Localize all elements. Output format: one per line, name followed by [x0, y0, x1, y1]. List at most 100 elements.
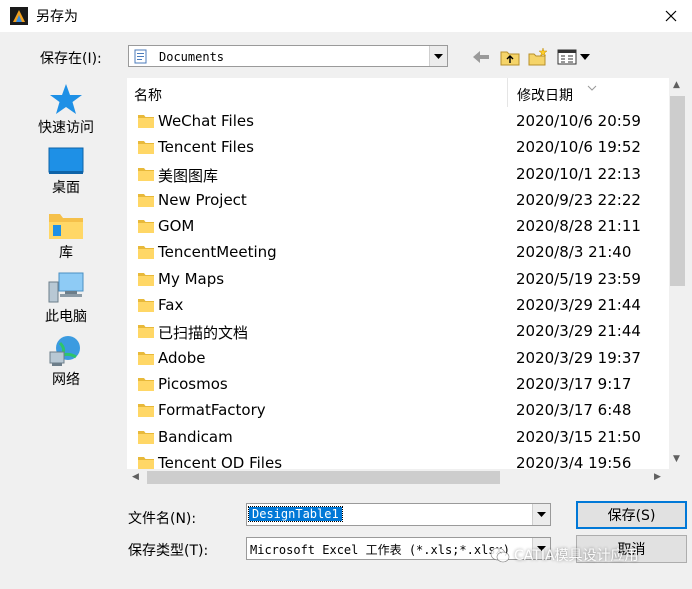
file-date: 2020/9/23 22:22 [516, 190, 641, 209]
save-in-label: 保存在(I): [40, 51, 102, 67]
file-row[interactable]: Tencent OD Files 2020/3/4 19:56 [127, 451, 667, 469]
scroll-right-arrow-icon[interactable]: ▶ [654, 472, 661, 482]
watermark-text: CATIA模具设计应用 [514, 548, 639, 564]
window-title: 另存为 [36, 9, 78, 25]
horizontal-scroll-thumb[interactable] [147, 471, 500, 484]
quick-access-star-icon [50, 84, 82, 114]
app-icon [10, 7, 28, 25]
file-date: 2020/3/15 21:50 [516, 427, 641, 446]
file-date: 2020/3/29 21:44 [516, 322, 641, 341]
nav-desktop[interactable]: 桌面 [20, 147, 112, 197]
network-icon [49, 336, 80, 366]
file-row[interactable]: Bandicam 2020/3/15 21:50 [127, 425, 667, 451]
file-date: 2020/8/3 21:40 [516, 243, 632, 262]
file-row[interactable]: 美图图库 2020/10/1 22:13 [127, 162, 667, 188]
up-folder-button[interactable] [498, 46, 522, 68]
back-button[interactable] [470, 46, 492, 68]
filename-dropdown-button[interactable] [532, 504, 550, 525]
filename-input[interactable]: DesignTable1 [246, 503, 551, 526]
nav-this-pc-label: 此电脑 [45, 309, 87, 325]
file-date: 2020/5/19 23:59 [516, 269, 641, 288]
file-name: Fax [158, 296, 184, 315]
folder-icon [138, 455, 154, 469]
file-row[interactable]: My Maps 2020/5/19 23:59 [127, 267, 667, 293]
view-menu-icon [557, 49, 590, 65]
nav-network[interactable]: 网络 [20, 335, 112, 389]
save-in-dropdown[interactable]: Documents [128, 45, 448, 67]
new-folder-button[interactable] [526, 46, 550, 68]
file-row[interactable]: Fax 2020/3/29 21:44 [127, 293, 667, 319]
filename-label: 文件名(N): [128, 511, 197, 527]
save-in-dropdown-button[interactable] [429, 46, 447, 66]
column-header-date[interactable]: 修改日期 [517, 85, 573, 105]
wechat-logo-icon [490, 547, 510, 563]
file-row[interactable]: TencentMeeting 2020/8/3 21:40 [127, 240, 667, 266]
file-name: Tencent Files [158, 138, 254, 157]
file-name: Bandicam [158, 427, 233, 446]
chevron-down-icon [537, 512, 546, 517]
scroll-left-arrow-icon[interactable]: ◀ [132, 472, 139, 482]
scroll-down-arrow-icon[interactable]: ▼ [673, 454, 680, 464]
save-button[interactable]: 保存(S) [576, 501, 687, 529]
nav-desktop-label: 桌面 [52, 180, 80, 196]
file-date: 2020/10/6 20:59 [516, 112, 641, 130]
column-header-name[interactable]: 名称 [134, 85, 162, 105]
file-name: Picosmos [158, 374, 228, 393]
file-row[interactable]: FormatFactory 2020/3/17 6:48 [127, 398, 667, 424]
title-bar [0, 0, 692, 32]
new-folder-icon [528, 48, 548, 66]
file-list[interactable]: 名称 修改日期 WeChat Files 2020/10/6 20:59 Tence… [127, 78, 669, 469]
vertical-scroll-thumb[interactable] [670, 96, 685, 286]
close-icon [665, 10, 677, 22]
folder-icon [138, 139, 154, 158]
documents-folder-icon [133, 49, 149, 68]
view-menu-button[interactable] [556, 46, 592, 68]
nav-this-pc[interactable]: 此电脑 [20, 272, 112, 326]
file-row[interactable]: New Project 2020/9/23 22:22 [127, 188, 667, 214]
folder-icon [138, 166, 154, 185]
file-date: 2020/3/17 9:17 [516, 374, 632, 393]
folder-icon [138, 218, 154, 237]
folder-icon [138, 350, 154, 369]
nav-library-label: 库 [59, 245, 73, 261]
folder-icon [138, 113, 154, 132]
file-date: 2020/3/29 21:44 [516, 296, 641, 315]
file-name: FormatFactory [158, 401, 266, 420]
folder-icon [138, 297, 154, 316]
scroll-up-arrow-icon[interactable]: ▲ [673, 80, 680, 90]
file-name: Adobe [158, 348, 206, 367]
file-date: 2020/3/4 19:56 [516, 453, 632, 469]
filetype-label: 保存类型(T): [128, 543, 209, 559]
folder-icon [138, 323, 154, 342]
file-row[interactable]: WeChat Files 2020/10/6 20:59 [127, 109, 667, 135]
file-row[interactable]: Tencent Files 2020/10/6 19:52 [127, 135, 667, 161]
file-name: TencentMeeting [158, 243, 277, 262]
nav-library[interactable]: 库 [20, 210, 112, 262]
file-rows: WeChat Files 2020/10/6 20:59 Tencent Files… [127, 109, 667, 469]
file-row[interactable]: Adobe 2020/3/29 19:37 [127, 346, 667, 372]
file-date: 2020/8/28 21:11 [516, 217, 641, 236]
save-in-value: Documents [159, 50, 225, 64]
file-name: WeChat Files [158, 112, 254, 130]
desktop-icon [48, 147, 84, 174]
chevron-down-icon [434, 53, 443, 59]
file-row[interactable]: Picosmos 2020/3/17 9:17 [127, 372, 667, 398]
file-name: GOM [158, 217, 195, 236]
folder-icon [138, 429, 154, 448]
file-name: 美图图库 [158, 166, 219, 185]
file-date: 2020/3/29 19:37 [516, 348, 641, 367]
column-divider[interactable] [507, 78, 508, 107]
folder-icon [138, 244, 154, 263]
file-row[interactable]: GOM 2020/8/28 21:11 [127, 214, 667, 240]
nav-quick-access[interactable]: 快速访问 [20, 83, 112, 137]
close-button[interactable] [650, 0, 692, 32]
file-date: 2020/3/17 6:48 [516, 401, 632, 420]
this-pc-icon [48, 272, 84, 303]
sort-indicator-icon [587, 78, 597, 95]
filename-value[interactable]: DesignTable1 [248, 506, 343, 522]
folder-icon [138, 376, 154, 395]
file-name: Tencent OD Files [158, 453, 283, 469]
file-row[interactable]: 已扫描的文档 2020/3/29 21:44 [127, 319, 667, 345]
file-name: New Project [158, 190, 247, 209]
folder-up-icon [500, 51, 520, 66]
